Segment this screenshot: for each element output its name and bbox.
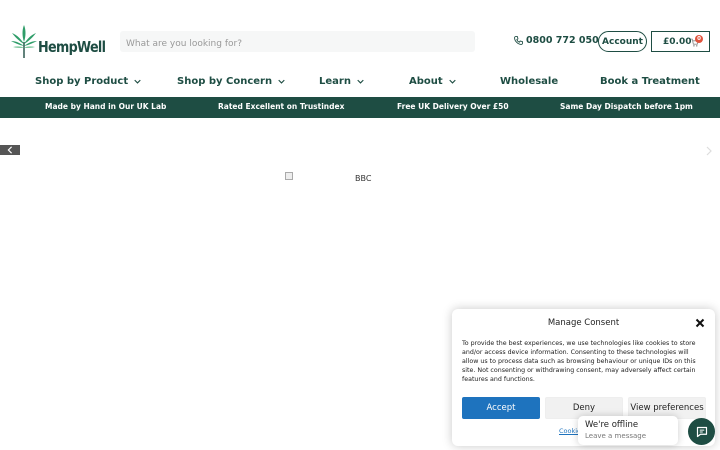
site-header: HempWell 0800 772 0508 Account £0.00 0 xyxy=(0,0,720,74)
nav-label: Learn xyxy=(319,76,351,87)
strip-item: Same Day Dispatch before 1pm xyxy=(560,102,693,111)
chevron-down-icon xyxy=(448,79,456,84)
phone-link[interactable]: 0800 772 0508 xyxy=(514,35,605,46)
phone-icon xyxy=(514,36,523,45)
nav-label: About xyxy=(409,76,443,87)
slider-prev-button[interactable] xyxy=(0,145,20,155)
accept-button[interactable]: Accept xyxy=(462,397,540,419)
nav-item-wholesale[interactable]: Wholesale xyxy=(500,76,558,87)
chevron-down-icon xyxy=(278,79,285,84)
chevron-left-icon xyxy=(7,146,13,154)
consent-text: To provide the best experiences, we use … xyxy=(462,340,696,383)
chat-title: We're offline xyxy=(585,420,639,430)
nav-label: Shop by Concern xyxy=(177,76,273,87)
strip-item: Rated Excellent on Trustindex xyxy=(218,102,345,111)
chat-button[interactable] xyxy=(688,418,715,445)
nav-item-about[interactable]: About xyxy=(409,76,456,87)
chevron-right-icon xyxy=(706,146,712,156)
logo[interactable]: HempWell xyxy=(10,24,106,60)
cart-total: £0.00 xyxy=(663,36,692,47)
nav-label: Wholesale xyxy=(500,76,559,87)
leaf-icon xyxy=(11,25,37,58)
chevron-down-icon xyxy=(134,79,141,84)
hero-image[interactable]: BBC xyxy=(285,172,371,183)
nav-item-shop-by-concern[interactable]: Shop by Concern xyxy=(177,76,285,87)
slider-next-button[interactable] xyxy=(704,145,714,157)
chat-subtitle: Leave a message xyxy=(585,432,647,440)
chat-status-bubble[interactable]: We're offline Leave a message xyxy=(578,416,678,445)
account-button[interactable]: Account xyxy=(598,31,647,52)
nav-item-shop-by-product[interactable]: Shop by Product xyxy=(35,76,141,87)
consent-title: Manage Consent xyxy=(547,318,620,328)
hero-image-alt: BBC xyxy=(355,174,372,183)
chevron-down-icon xyxy=(357,79,364,84)
nav-label: Book a Treatment xyxy=(600,76,700,87)
cart-button[interactable]: £0.00 0 xyxy=(651,31,710,52)
nav-item-learn[interactable]: Learn xyxy=(319,76,364,87)
phone-number: 0800 772 0508 xyxy=(526,35,606,46)
search-input[interactable] xyxy=(120,33,475,55)
broken-image-icon xyxy=(285,172,293,180)
promo-strip: Made by Hand in Our UK Lab Rated Excelle… xyxy=(0,97,720,118)
nav-item-book-a-treatment[interactable]: Book a Treatment xyxy=(600,76,700,87)
strip-item: Made by Hand in Our UK Lab xyxy=(45,102,167,111)
chat-icon xyxy=(696,426,707,437)
search-bar[interactable] xyxy=(120,31,475,55)
logo-text: HempWell xyxy=(38,38,106,56)
cart-count-badge: 0 xyxy=(695,35,703,43)
close-icon[interactable] xyxy=(695,318,705,328)
strip-item: Free UK Delivery Over £50 xyxy=(397,102,509,111)
nav-label: Shop by Product xyxy=(35,76,129,87)
main-nav: Shop by Product Shop by Concern Learn Ab… xyxy=(0,74,720,96)
